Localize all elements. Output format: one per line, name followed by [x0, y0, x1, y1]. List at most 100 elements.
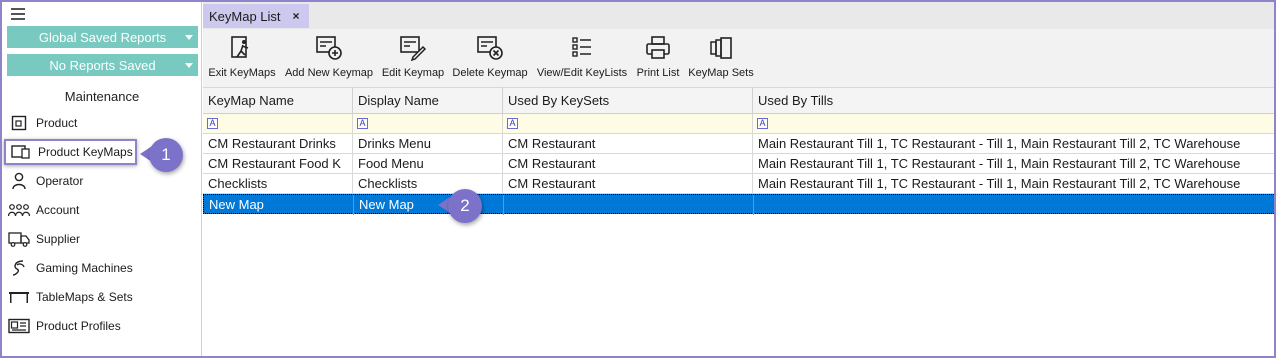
cell-used-by-tills: Main Restaurant Till 1, TC Restaurant - …: [753, 174, 1274, 194]
cell-used-by-tills: Main Restaurant Till 1, TC Restaurant - …: [753, 154, 1274, 174]
sidebar-item-label: Account: [36, 203, 80, 217]
sidebar-item-product-keymaps[interactable]: Product KeyMaps: [4, 139, 137, 165]
column-header-label: Display Name: [358, 93, 439, 108]
column-header-label: KeyMap Name: [208, 93, 294, 108]
app-window: Global Saved Reports No Reports Saved Ma…: [0, 0, 1276, 358]
table-icon: [8, 287, 30, 307]
column-header-label: Used By Tills: [758, 93, 834, 108]
filter-text-icon: A: [757, 118, 768, 129]
delete-keymap-button[interactable]: Delete Keymap: [452, 33, 528, 83]
sidebar-item-label: Operator: [36, 174, 84, 188]
edit-keymap-button[interactable]: Edit Keymap: [381, 33, 445, 83]
sidebar-item-label: Supplier: [36, 232, 81, 246]
cell-display-name: Drinks Menu: [353, 134, 503, 154]
tool-label: Delete Keymap: [452, 67, 528, 79]
filter-keymap-name[interactable]: A: [203, 114, 353, 134]
add-keymap-icon: [314, 33, 344, 63]
chevron-down-icon: [185, 35, 193, 40]
sidebar-item-tablemaps[interactable]: TableMaps & Sets: [4, 284, 200, 310]
profile-icon: [8, 316, 30, 336]
cell-keymap-name: CM Restaurant Food K: [203, 154, 353, 174]
cell-used-by-tills: Main Restaurant Till 1, TC Restaurant - …: [753, 134, 1274, 154]
main-panel: KeyMap List × Exit KeyMaps Add New Keyma…: [203, 2, 1274, 356]
cell-display-name: Food Menu: [353, 154, 503, 174]
no-reports-saved-label: No Reports Saved: [49, 57, 156, 73]
tab-keymap-list[interactable]: KeyMap List ×: [203, 4, 309, 28]
cell-keymap-name: CM Restaurant Drinks: [203, 134, 353, 154]
product-icon: [8, 113, 30, 133]
cell-used-by-tills: [754, 195, 1274, 215]
print-list-button[interactable]: Print List: [635, 33, 681, 83]
tool-label: Exit KeyMaps: [208, 67, 276, 79]
cell-used-by-keysets: [504, 195, 754, 215]
print-icon: [643, 33, 673, 63]
tool-label: KeyMap Sets: [688, 67, 754, 79]
cell-used-by-keysets: CM Restaurant: [503, 154, 753, 174]
sidebar-item-supplier[interactable]: Supplier: [4, 226, 200, 252]
sidebar-item-product[interactable]: Product: [4, 110, 200, 136]
add-new-keymap-button[interactable]: Add New Keymap: [284, 33, 374, 83]
filter-text-icon: A: [507, 118, 518, 129]
tool-label: Print List: [636, 67, 680, 79]
keymap-sets-icon: [706, 33, 736, 63]
table-row-selected[interactable]: New Map New Map: [203, 194, 1274, 215]
maintenance-heading: Maintenance: [64, 89, 140, 104]
callout-number: 2: [460, 196, 470, 215]
global-saved-reports-dropdown[interactable]: Global Saved Reports: [7, 26, 198, 48]
column-header-display-name[interactable]: Display Name: [353, 87, 503, 114]
column-header-label: Used By KeySets: [508, 93, 610, 108]
filter-used-by-keysets[interactable]: A: [503, 114, 753, 134]
filter-text-icon: A: [207, 118, 218, 129]
filter-display-name[interactable]: A: [353, 114, 503, 134]
column-header-used-by-tills[interactable]: Used By Tills: [753, 87, 1274, 114]
callout-badge: 1: [149, 138, 183, 172]
gaming-machines-icon: [8, 258, 30, 278]
no-reports-saved-dropdown[interactable]: No Reports Saved: [7, 54, 198, 76]
tool-label: View/Edit KeyLists: [536, 67, 628, 79]
toolbar: Exit KeyMaps Add New Keymap Edit Keymap …: [203, 29, 1274, 87]
cell-used-by-keysets: CM Restaurant: [503, 134, 753, 154]
tab-label: KeyMap List: [209, 8, 281, 24]
exit-icon: [227, 33, 257, 63]
cell-keymap-name[interactable]: New Map: [204, 195, 354, 215]
table-row[interactable]: CM Restaurant Drinks Drinks Menu CM Rest…: [203, 134, 1274, 154]
sidebar-item-label: Product KeyMaps: [38, 145, 133, 159]
sidebar: Global Saved Reports No Reports Saved Ma…: [2, 2, 202, 356]
view-edit-keylists-button[interactable]: View/Edit KeyLists: [536, 33, 628, 83]
sidebar-item-gaming-machines[interactable]: Gaming Machines: [4, 255, 200, 281]
cell-keymap-name: Checklists: [203, 174, 353, 194]
sidebar-item-product-profiles[interactable]: Product Profiles: [4, 313, 200, 339]
keylists-icon: [567, 33, 597, 63]
close-tab-icon[interactable]: ×: [293, 9, 300, 23]
keymap-sets-button[interactable]: KeyMap Sets: [688, 33, 754, 83]
delete-keymap-icon: [475, 33, 505, 63]
hamburger-menu-icon[interactable]: [11, 8, 25, 20]
sidebar-item-label: Product Profiles: [36, 319, 121, 333]
exit-keymaps-button[interactable]: Exit KeyMaps: [208, 33, 276, 83]
supplier-icon: [8, 229, 30, 249]
table-row[interactable]: Checklists Checklists CM Restaurant Main…: [203, 174, 1274, 194]
keymap-icon: [10, 142, 32, 162]
edit-keymap-icon: [398, 33, 428, 63]
sidebar-item-label: TableMaps & Sets: [36, 290, 133, 304]
sidebar-item-account[interactable]: Account: [4, 197, 200, 223]
cell-used-by-keysets: CM Restaurant: [503, 174, 753, 194]
table-row[interactable]: CM Restaurant Food K Food Menu CM Restau…: [203, 154, 1274, 174]
global-saved-reports-label: Global Saved Reports: [38, 29, 167, 45]
operator-icon: [8, 171, 30, 191]
sidebar-item-label: Product: [36, 116, 78, 130]
filter-text-icon: A: [357, 118, 368, 129]
column-header-used-by-keysets[interactable]: Used By KeySets: [503, 87, 753, 114]
chevron-down-icon: [185, 63, 193, 68]
tool-label: Edit Keymap: [381, 67, 445, 79]
filter-used-by-tills[interactable]: A: [753, 114, 1274, 134]
sidebar-item-operator[interactable]: Operator: [4, 168, 200, 194]
tool-label: Add New Keymap: [284, 67, 374, 79]
callout-badge: 2: [448, 189, 482, 223]
tab-bar: KeyMap List ×: [203, 2, 1274, 29]
sidebar-item-label: Gaming Machines: [36, 261, 133, 275]
callout-number: 1: [161, 145, 171, 164]
cell-display-name: Checklists: [353, 174, 503, 194]
account-icon: [8, 200, 30, 220]
column-header-keymap-name[interactable]: KeyMap Name: [203, 87, 353, 114]
